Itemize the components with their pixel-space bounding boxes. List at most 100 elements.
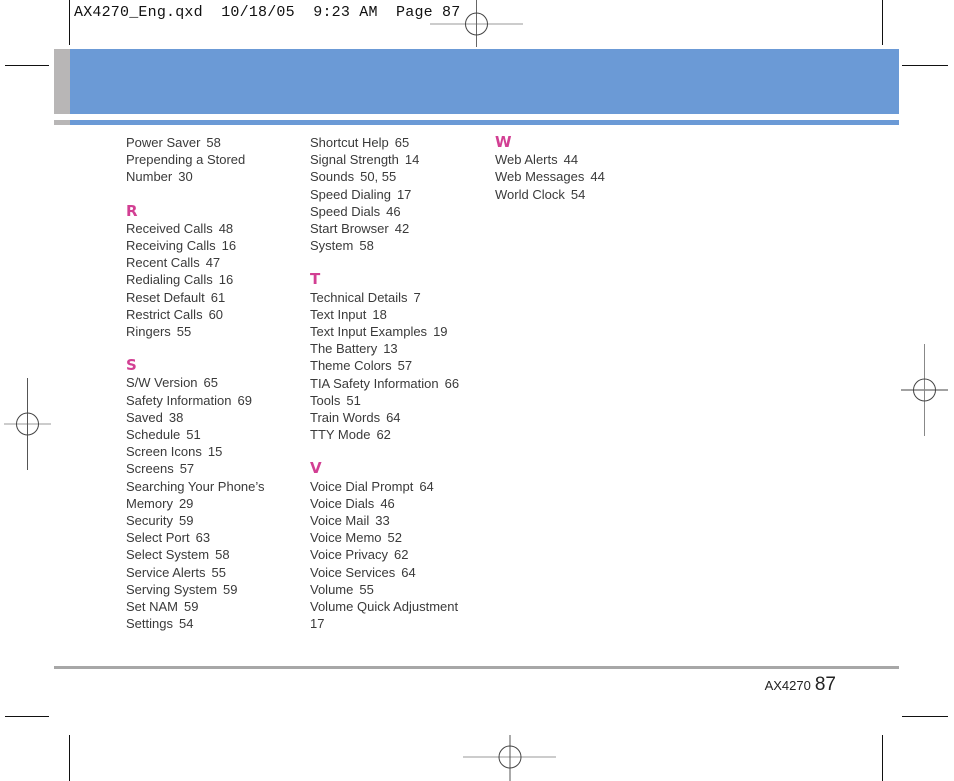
index-section: T Technical Details 7 Text Input 18 Text Inpu…	[310, 271, 490, 443]
index-entry: Theme Colors 57	[310, 357, 490, 374]
index-entry: Speed Dials 46	[310, 203, 490, 220]
index-entry: Security 59	[126, 512, 306, 529]
index-entry: Text Input Examples 19	[310, 323, 490, 340]
entry-page-ref: 64	[401, 564, 416, 580]
section-letter: V	[310, 459, 322, 478]
entry-term: Received Calls	[126, 220, 213, 236]
entry-term: Safety Information	[126, 392, 232, 408]
entry-term: Saved	[126, 409, 163, 425]
index-entry: Start Browser 42	[310, 220, 490, 237]
entry-page-ref: 54	[178, 616, 194, 632]
index-entry: Sounds 50, 55	[310, 168, 490, 185]
index-entry: The Battery 13	[310, 340, 490, 357]
registration-mark-bottom	[463, 735, 556, 781]
entry-term: Sounds	[310, 169, 355, 185]
entry-page-ref: 60	[208, 306, 224, 322]
entry-page-ref: 16	[218, 272, 234, 288]
entry-term: Security	[126, 513, 173, 529]
index-entry: Serving System 59	[126, 581, 306, 598]
index-entry: Voice Dial Prompt 64	[310, 478, 490, 495]
entry-term: TIA Safety Information	[310, 375, 439, 391]
footer-rule	[54, 666, 899, 669]
entry-term: Volume	[310, 581, 354, 597]
entry-page-ref: 51	[346, 392, 361, 408]
entry-term: Select System	[126, 547, 210, 563]
entry-page-ref: 30	[178, 169, 193, 185]
index-entry: Set NAM 59	[126, 598, 306, 615]
index-entry: Screens 57	[126, 460, 306, 477]
header-strip	[54, 120, 899, 125]
index-entry: Voice Dials 46	[310, 495, 490, 512]
print-slug: AX4270_Eng.qxd 10/18/05 9:23 AM Page 87	[74, 4, 461, 21]
entry-page-ref: 18	[372, 306, 387, 322]
entry-term: Select Port	[126, 530, 190, 546]
index-entry: Receiving Calls 16	[126, 237, 306, 254]
entry-term: Shortcut Help	[310, 135, 389, 150]
entry-term: Receiving Calls	[126, 238, 216, 254]
index-entry: Redialing Calls 16	[126, 271, 306, 288]
index-entry: Prepending a Stored	[126, 151, 306, 168]
index-entry: TIA Safety Information 66	[310, 375, 490, 392]
index-column-3: W Web Alerts 44 Web Messages 44 World Clock 54	[495, 133, 675, 203]
entry-page-ref: 33	[375, 513, 390, 529]
entry-page-ref: 15	[207, 444, 223, 460]
index-entry: Speed Dialing 17	[310, 186, 490, 203]
registration-mark-right	[901, 344, 948, 436]
index-section: V Voice Dial Prompt 64 Voice Dials 46 Voice M…	[310, 460, 490, 632]
index-entry: Settings 54	[126, 615, 306, 632]
entry-term: Voice Mail	[310, 513, 370, 529]
index-entry: Reset Default 61	[126, 289, 306, 306]
index-entry: Tools 51	[310, 392, 490, 409]
index-entry: Schedule 51	[126, 426, 306, 443]
index-entry: Web Alerts 44	[495, 151, 675, 168]
entry-term: Reset Default	[126, 289, 205, 305]
entry-term: The Battery	[310, 341, 378, 357]
entry-page-ref: 42	[394, 221, 410, 237]
entry-page-ref: 29	[178, 495, 194, 511]
index-entry: System 58	[310, 237, 490, 254]
index-entry: Received Calls 48	[126, 220, 306, 237]
entry-term: Start Browser	[310, 221, 389, 237]
entry-term: Theme Colors	[310, 358, 392, 374]
index-entry: TTY Mode 62	[310, 426, 490, 443]
index-entry: Volume 55	[310, 581, 490, 598]
entry-term: Voice Privacy	[310, 547, 389, 563]
entry-page-ref: 63	[195, 530, 211, 546]
entry-page-ref: 64	[386, 410, 401, 426]
entry-page-ref: 58	[215, 547, 230, 563]
entry-term: Voice Services	[310, 564, 396, 580]
entry-page-ref: 65	[394, 135, 410, 150]
entry-term: Volume Quick Adjustment	[310, 599, 459, 615]
page-footer: AX4270 87	[765, 674, 836, 696]
entry-term: Restrict Calls	[126, 306, 203, 322]
entry-term: Memory	[126, 495, 173, 511]
index-entry: Service Alerts 55	[126, 564, 306, 581]
entry-page-ref: 57	[179, 461, 195, 477]
entry-term: Voice Dial Prompt	[310, 478, 414, 494]
index-entry: Number 30	[126, 168, 306, 185]
index-entry: Screen Icons 15	[126, 443, 306, 460]
entry-term: Voice Dials	[310, 495, 375, 511]
entry-page-ref: 52	[387, 530, 403, 546]
index-entry: Train Words 64	[310, 409, 490, 426]
entry-page-ref: 62	[376, 427, 391, 443]
header-strip-accent	[54, 120, 70, 125]
entry-term: Speed Dialing	[310, 186, 391, 202]
entry-page-ref: 55	[211, 564, 226, 580]
header-band-accent	[54, 49, 70, 114]
entry-term: Train Words	[310, 410, 381, 426]
entry-page-ref: 59	[184, 599, 199, 615]
model-name: AX4270	[764, 678, 811, 693]
section-letter: W	[495, 133, 512, 151]
entry-term: TTY Mode	[310, 427, 371, 443]
index-entry: S/W Version 65	[126, 374, 306, 391]
entry-page-ref: 47	[205, 255, 221, 271]
crop-mark	[882, 0, 883, 45]
entry-term: Serving System	[126, 581, 218, 597]
entry-term: Text Input Examples	[310, 324, 428, 340]
entry-term: Ringers	[126, 324, 171, 340]
entry-term: World Clock	[495, 186, 565, 202]
entry-page-ref: 44	[590, 169, 605, 185]
entry-page-ref: 51	[186, 427, 201, 443]
index-entry: 17	[310, 615, 490, 632]
